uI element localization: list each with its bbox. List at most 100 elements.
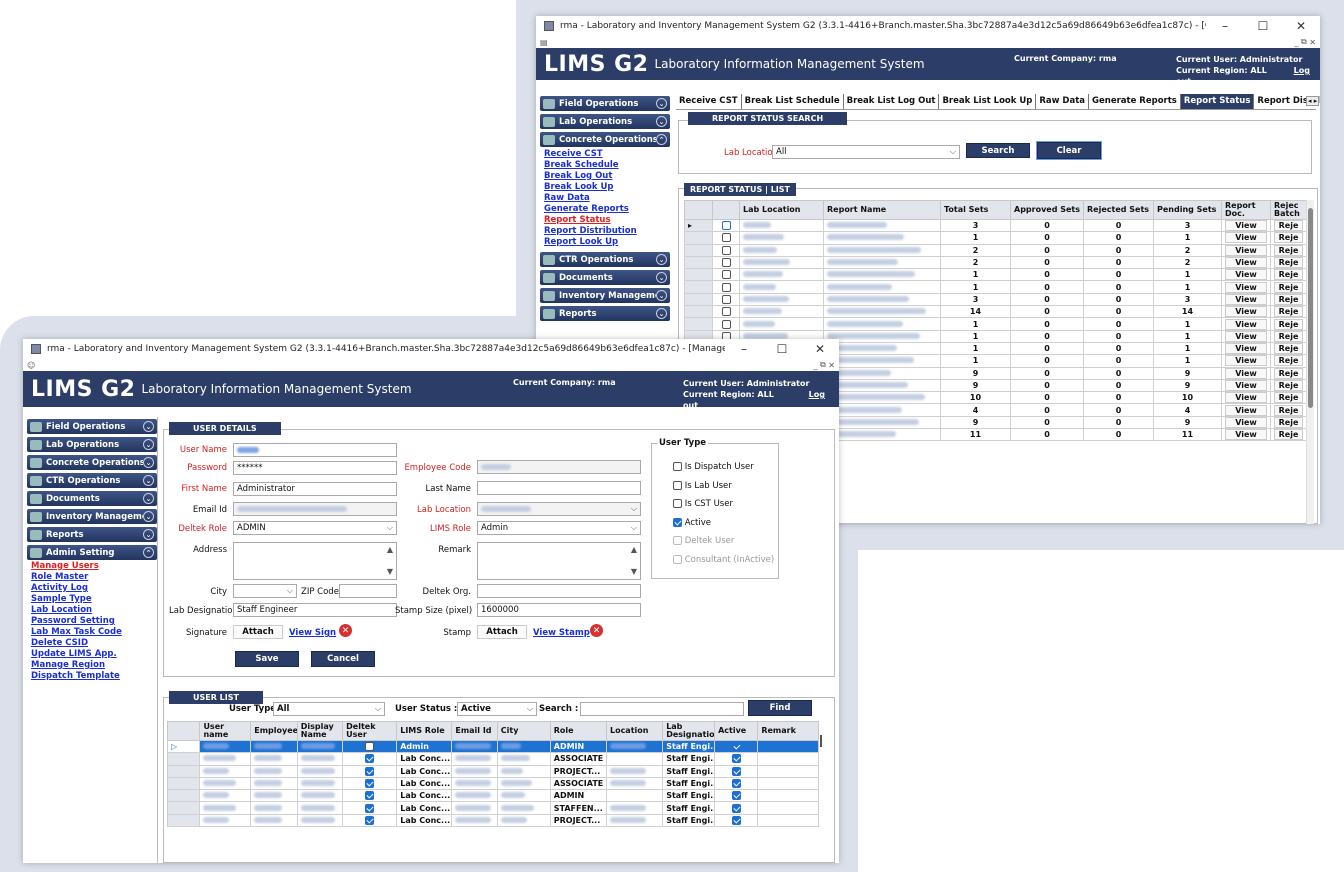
row-header[interactable]: ▸ [684, 218, 713, 233]
close-icon[interactable]: ✕ [801, 342, 839, 356]
column-header-lab-location[interactable]: Lab Location [739, 200, 824, 220]
user-type-is-dispatch-user[interactable]: Is Dispatch User [673, 462, 774, 481]
row-header[interactable] [166, 789, 201, 803]
view-button[interactable]: View [1225, 380, 1267, 391]
column-header-employee[interactable]: Employee [250, 721, 298, 741]
row-header[interactable] [166, 752, 201, 766]
mdi-minimize-icon[interactable]: _ [813, 361, 817, 370]
tab-break-list-look-up[interactable]: Break List Look Up [939, 94, 1037, 109]
table-row[interactable]: Lab Conc... ASSOCIATE Staff Engi... [166, 776, 819, 791]
view-button[interactable]: View [1225, 392, 1267, 403]
user-type-is-cst-user[interactable]: Is CST User [673, 499, 774, 518]
view-button[interactable]: View [1225, 282, 1267, 293]
row-header[interactable] [166, 776, 201, 791]
column-header-role[interactable]: Role [549, 721, 607, 741]
row-header[interactable] [166, 764, 201, 778]
view-sign-link[interactable]: View Sign [289, 628, 336, 638]
row-header[interactable] [684, 305, 713, 319]
reject-button[interactable]: Reje [1274, 368, 1303, 379]
tab-receive-cst[interactable]: Receive CST [676, 94, 742, 109]
search-input[interactable] [580, 702, 744, 716]
row-header[interactable] [684, 292, 713, 307]
vertical-scrollbar[interactable] [820, 735, 822, 747]
last-name-field[interactable] [477, 481, 641, 495]
table-row[interactable]: Lab Conc... ADMIN Staff Engi... [166, 789, 819, 803]
sidebar-menu-documents[interactable]: Documents ⌄ [27, 491, 157, 506]
mdi-close-icon[interactable]: ✕ [828, 361, 835, 370]
view-button[interactable]: View [1225, 294, 1267, 305]
address-field[interactable]: ▲ ▼ [233, 542, 397, 580]
table-row[interactable]: 14 0 0 14 View Reje [684, 305, 1307, 319]
email-field[interactable] [233, 502, 397, 516]
view-button[interactable]: View [1225, 232, 1267, 244]
column-header-lims-role[interactable]: LIMS Role [396, 721, 453, 741]
view-button[interactable]: View [1225, 368, 1267, 379]
deltek-role-select[interactable]: ADMIN ⌵ [233, 521, 397, 535]
sidebar-menu-reports[interactable]: Reports ⌄ [27, 527, 157, 542]
mdi-close-icon[interactable]: ✕ [1309, 38, 1316, 47]
row-header[interactable] [684, 255, 713, 270]
sidebar-link-break-schedule[interactable]: Break Schedule [540, 160, 670, 171]
tab-break-list-log-out[interactable]: Break List Log Out [844, 94, 940, 109]
save-button[interactable]: Save [235, 651, 299, 667]
employee-code-field[interactable] [477, 460, 641, 474]
user-status-filter-select[interactable]: Active ⌵ [457, 702, 537, 716]
sidebar-menu-field-operations[interactable]: Field Operations ⌄ [540, 96, 670, 111]
zip-code-field[interactable] [339, 584, 397, 598]
tab-raw-data[interactable]: Raw Data [1036, 94, 1090, 109]
sidebar-menu-lab-operations[interactable]: Lab Operations ⌄ [27, 437, 157, 452]
sidebar-menu-field-operations[interactable]: Field Operations ⌄ [27, 419, 157, 434]
column-header-active[interactable]: Active [714, 721, 759, 741]
sidebar-link-break-log-out[interactable]: Break Log Out [540, 171, 670, 182]
row-header[interactable] [166, 801, 201, 815]
user-type-active[interactable]: Active [673, 517, 774, 537]
view-button[interactable]: View [1225, 257, 1267, 268]
search-button[interactable]: Search [966, 143, 1030, 158]
row-header[interactable] [684, 280, 713, 294]
attach-signature-button[interactable]: Attach [233, 625, 283, 639]
column-header-approved-sets[interactable]: Approved Sets [1010, 200, 1084, 220]
row-header[interactable] [684, 317, 713, 331]
reject-button[interactable]: Reje [1274, 245, 1303, 256]
reject-button[interactable]: Reje [1274, 294, 1303, 305]
row-checkbox[interactable] [712, 231, 740, 245]
row-header[interactable] [684, 231, 713, 245]
view-button[interactable]: View [1225, 355, 1267, 367]
row-header[interactable]: ▷ [166, 739, 201, 754]
table-row[interactable]: 2 0 0 2 View Reje [684, 243, 1307, 257]
column-header-deltek-user[interactable]: Deltek User [342, 721, 398, 741]
minimize-icon[interactable]: – [1206, 19, 1244, 33]
lab-location-select[interactable]: ⌵ [477, 502, 641, 516]
sidebar-menu-lab-operations[interactable]: Lab Operations ⌄ [540, 114, 670, 129]
tab-report-status[interactable]: Report Status [1180, 94, 1255, 109]
table-row[interactable]: 1 0 0 1 View Reje [684, 317, 1307, 331]
row-header[interactable] [166, 813, 201, 828]
lab-location-select[interactable]: All ⌵ [772, 145, 960, 159]
view-button[interactable]: View [1225, 318, 1267, 330]
row-checkbox[interactable] [712, 268, 740, 282]
sidebar-link-password-setting[interactable]: Password Setting [27, 616, 157, 627]
sidebar-link-lab-max-task-code[interactable]: Lab Max Task Code [27, 627, 157, 638]
table-row[interactable]: 1 0 0 1 View Reje [684, 268, 1307, 282]
sidebar-link-manage-region[interactable]: Manage Region [27, 660, 157, 671]
table-row[interactable]: Lab Conc... STAFFEN... Staff Engi... [166, 801, 819, 815]
reject-button[interactable]: Reje [1274, 343, 1303, 354]
column-header-rejected-sets[interactable]: Rejected Sets [1083, 200, 1154, 220]
view-button[interactable]: View [1225, 269, 1267, 280]
reject-button[interactable]: Reje [1274, 392, 1303, 403]
sidebar-link-update-lims-app[interactable]: Update LIMS App. [27, 649, 157, 660]
clear-button[interactable]: Clear [1036, 141, 1102, 160]
stamp-size-field[interactable]: 1600000 [477, 603, 641, 617]
column-header-location[interactable]: Location [605, 721, 664, 741]
user-type-deltek-user[interactable]: Deltek User [673, 536, 774, 555]
table-row[interactable]: ▸ 3 0 0 3 View Reje [684, 218, 1307, 233]
sidebar-link-receive-cst[interactable]: Receive CST [540, 149, 670, 160]
sidebar-menu-documents[interactable]: Documents ⌄ [540, 270, 670, 285]
sidebar-link-report-status[interactable]: Report Status [540, 215, 670, 226]
reject-button[interactable]: Reje [1274, 232, 1303, 244]
view-button[interactable]: View [1225, 331, 1267, 342]
sidebar-menu-inventory-managemen[interactable]: Inventory Managemen ⌄ [540, 288, 670, 303]
tab-scroll-icon[interactable]: ◂ ▸ [1306, 96, 1320, 106]
view-button[interactable]: View [1225, 306, 1267, 317]
vertical-scrollbar[interactable] [1306, 200, 1314, 524]
